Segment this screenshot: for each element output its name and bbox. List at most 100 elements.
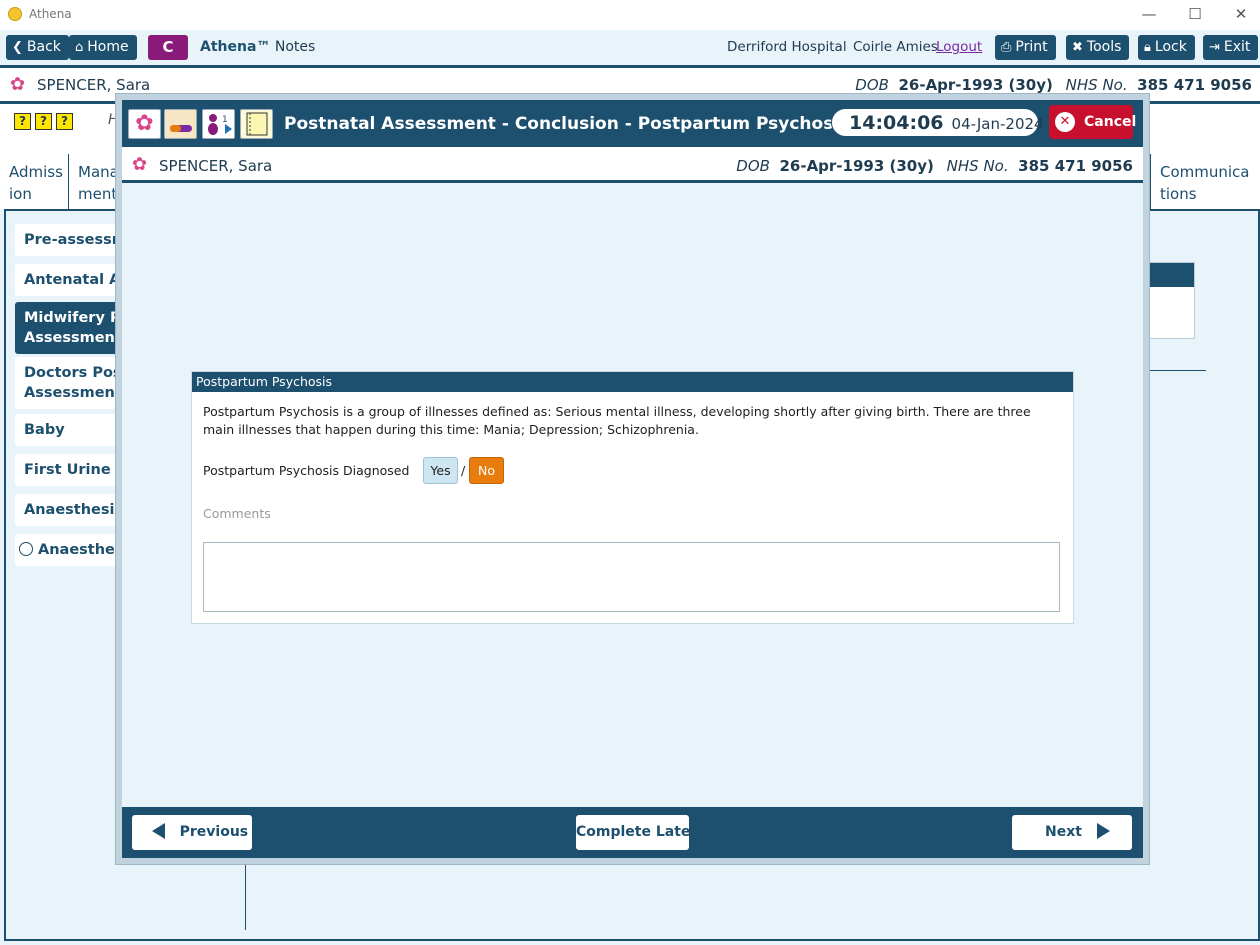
tools-icon: ✖ xyxy=(1072,40,1083,55)
sidebar-item-midwifery-postnatal[interactable]: Midwifery Pos Assessments xyxy=(15,302,125,354)
datetime-display: 14:04:06 04-Jan-2024 xyxy=(831,108,1044,137)
tab-label: ion xyxy=(9,185,32,203)
sidebar-item-pre-assessment[interactable]: Pre-assessmen xyxy=(15,224,125,256)
radio-icon xyxy=(19,542,33,556)
tab-label: tions xyxy=(1160,185,1197,203)
medication-pill-icon[interactable] xyxy=(164,109,197,139)
dob-value: 26-Apr-1993 (30y) xyxy=(898,76,1053,94)
background-vertical-line xyxy=(245,860,246,930)
modal-footer: Previous Complete Later Next xyxy=(122,807,1143,858)
triangle-right-icon xyxy=(1096,823,1110,839)
minimize-button[interactable]: — xyxy=(1137,5,1161,25)
back-label: Back xyxy=(26,39,61,55)
patient-details: DOB 26-Apr-1993 (30y) NHS No. 385 471 90… xyxy=(736,157,1133,175)
c-badge-button[interactable]: C xyxy=(148,35,188,60)
sidebar-item-anaesthesia[interactable]: Anaesthesia In xyxy=(15,494,125,526)
cancel-label: Cancel xyxy=(1084,114,1137,130)
flower-icon[interactable]: ✿ xyxy=(128,109,161,139)
tab-communications[interactable]: Communica tions xyxy=(1150,154,1260,209)
triangle-left-icon xyxy=(152,823,165,839)
tab-label: Communica xyxy=(1160,163,1250,181)
dob-label: DOB xyxy=(736,157,770,175)
background-divider xyxy=(1145,370,1206,371)
dob-value: 26-Apr-1993 (30y) xyxy=(779,157,934,175)
modal-title: Postnatal Assessment - Conclusion - Post… xyxy=(284,114,850,134)
dob-label: DOB xyxy=(855,76,889,94)
yes-no-separator: / xyxy=(461,463,466,478)
sidebar-item-label: Assessments xyxy=(24,330,125,346)
tab-label: Mana xyxy=(78,163,119,181)
app-brand: Athena™ Notes xyxy=(200,39,315,55)
tab-label: ment xyxy=(78,185,118,203)
hospital-name: Derriford Hospital xyxy=(727,39,847,55)
no-button[interactable]: No xyxy=(469,457,504,484)
diagnosed-question-label: Postpartum Psychosis Diagnosed xyxy=(203,463,410,478)
modal-header: ✿ 1 Postnatal Assessment - Conclusion - … xyxy=(122,100,1143,147)
sidebar-item-first-urine-void[interactable]: First Urine Voi xyxy=(15,454,125,486)
exit-icon: ⇥ xyxy=(1209,40,1220,55)
nhs-label: NHS No. xyxy=(1065,76,1128,94)
lock-button[interactable]: 🔒︎ Lock xyxy=(1138,35,1195,60)
patient-details: DOB 26-Apr-1993 (30y) NHS No. 385 471 90… xyxy=(855,76,1252,94)
lock-icon: 🔒︎ xyxy=(1144,40,1151,55)
sidebar-item-antenatal[interactable]: Antenatal Ass xyxy=(15,264,125,296)
svg-text:1: 1 xyxy=(222,115,228,125)
close-icon: ✕ xyxy=(1055,112,1075,132)
brand-suffix: Notes xyxy=(274,39,316,55)
help-list-icon[interactable]: ? xyxy=(14,113,31,130)
main-toolbar: ❮ Back ⌂ Home C Athena™ Notes Derriford Ho… xyxy=(0,30,1260,65)
current-date: 04-Jan-2024 xyxy=(951,115,1044,133)
card-heading: Postpartum Psychosis xyxy=(192,372,1073,392)
sidebar-item-label: Assessments xyxy=(24,385,125,401)
close-window-button[interactable]: ✕ xyxy=(1229,5,1253,25)
sidebar-item-doctors-postnatal[interactable]: Doctors Postn Assessments xyxy=(15,357,125,409)
help-icon[interactable]: ? xyxy=(35,113,52,130)
home-button[interactable]: ⌂ Home xyxy=(69,35,137,60)
print-button[interactable]: ⎙ Print xyxy=(995,35,1056,60)
mother-baby-icon[interactable]: 1 xyxy=(202,109,235,139)
back-button[interactable]: ❮ Back xyxy=(6,35,69,60)
card-description: Postpartum Psychosis is a group of illne… xyxy=(203,404,1031,437)
printer-icon: ⎙ xyxy=(1001,40,1012,55)
cancel-button[interactable]: ✕ Cancel xyxy=(1049,105,1137,139)
help-icon[interactable]: ? xyxy=(56,113,73,130)
postpartum-psychosis-card: Postpartum Psychosis Postpartum Psychosi… xyxy=(191,371,1074,624)
flower-icon: ✿ xyxy=(10,74,26,95)
next-button[interactable]: Next xyxy=(1012,815,1132,850)
window-title: Athena xyxy=(29,7,72,21)
tools-button[interactable]: ✖ Tools xyxy=(1066,35,1130,60)
comments-textarea[interactable] xyxy=(203,542,1060,612)
print-label: Print xyxy=(1015,39,1048,55)
tab-label: Admiss xyxy=(9,163,63,181)
previous-button[interactable]: Previous xyxy=(132,815,252,850)
logout-link[interactable]: Logout xyxy=(936,39,982,55)
window-titlebar: Athena — ☐ ✕ xyxy=(0,0,1260,30)
notes-icon[interactable] xyxy=(240,109,273,139)
sidebar-item-label: Midwifery Pos xyxy=(24,310,125,326)
tools-label: Tools xyxy=(1086,39,1122,55)
modal-patient-banner: ✿ SPENCER, Sara DOB 26-Apr-1993 (30y) NH… xyxy=(122,147,1143,183)
maximize-button[interactable]: ☐ xyxy=(1183,5,1207,25)
next-label: Next xyxy=(1045,824,1082,840)
sidebar-item-label: Doctors Postn xyxy=(24,365,125,381)
patient-name: SPENCER, Sara xyxy=(37,76,151,94)
patient-name: SPENCER, Sara xyxy=(159,157,273,175)
nhs-value: 385 471 9056 xyxy=(1137,76,1252,94)
home-label: Home xyxy=(87,39,129,55)
nhs-label: NHS No. xyxy=(946,157,1009,175)
yes-button[interactable]: Yes xyxy=(423,457,458,484)
current-time: 14:04:06 xyxy=(849,112,944,134)
sidebar-item-baby[interactable]: Baby xyxy=(15,414,125,446)
sidebar-item-anaesthesia-radio[interactable]: Anaesthesia xyxy=(15,534,125,566)
flower-icon: ✿ xyxy=(132,154,148,175)
lock-label: Lock xyxy=(1154,39,1187,55)
complete-later-button[interactable]: Complete Later xyxy=(576,815,697,850)
previous-label: Previous xyxy=(179,824,249,840)
assessment-modal: ✿ 1 Postnatal Assessment - Conclusion - … xyxy=(116,94,1149,864)
chevron-left-icon: ❮ xyxy=(12,40,23,55)
nhs-value: 385 471 9056 xyxy=(1018,157,1133,175)
exit-button[interactable]: ⇥ Exit xyxy=(1203,35,1259,60)
sidebar-item-label: Anaesthesia xyxy=(38,542,125,558)
tab-admission[interactable]: Admiss ion xyxy=(0,154,69,209)
home-icon: ⌂ xyxy=(75,40,84,55)
